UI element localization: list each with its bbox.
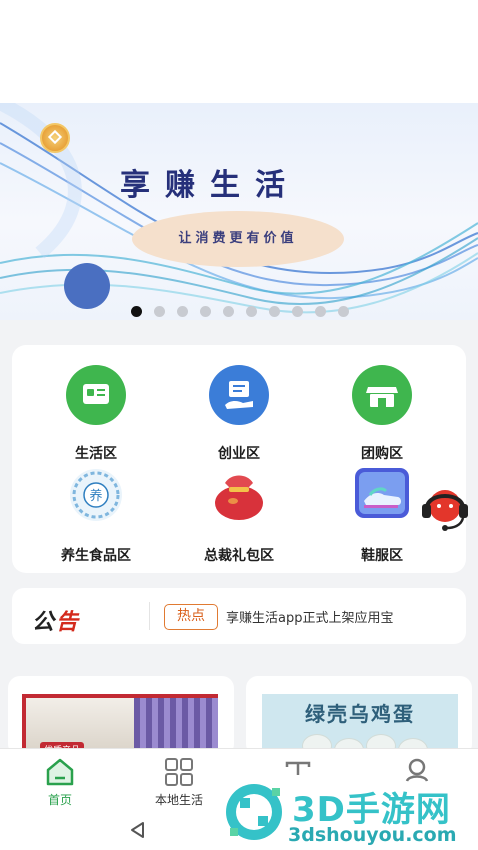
pager-dot[interactable] <box>131 306 142 317</box>
category-health-food[interactable]: 养 养生食品区 <box>26 465 166 565</box>
category-grid: 生活区 创业区 团购区 养 养生食品区 总裁礼包区 鞋服区 <box>12 345 466 573</box>
pager-dot[interactable] <box>315 306 326 317</box>
home-icon <box>46 758 74 786</box>
shoes-icon <box>352 465 412 525</box>
category-startup[interactable]: 创业区 <box>169 365 309 465</box>
category-label: 总裁礼包区 <box>204 548 274 564</box>
grid-icon <box>165 758 193 786</box>
pager-dot[interactable] <box>246 306 257 317</box>
headset-support-icon <box>422 490 468 531</box>
announcement-bar[interactable]: 公告 热点 享赚生活app正式上架应用宝 <box>12 588 466 644</box>
banner-title: 享赚生活 <box>120 168 300 203</box>
status-bar-area <box>0 0 478 103</box>
banner-decor-circle <box>64 263 110 309</box>
pager-dot[interactable] <box>292 306 303 317</box>
category-label: 创业区 <box>218 446 260 462</box>
svg-text:养: 养 <box>89 488 102 504</box>
life-icon <box>66 365 126 425</box>
category-label: 生活区 <box>75 446 117 462</box>
tab-label: 本地生活 <box>154 793 203 807</box>
tab-local-life[interactable]: 本地生活 <box>139 755 219 807</box>
pager-dot[interactable] <box>177 306 188 317</box>
pager-dot[interactable] <box>223 306 234 317</box>
category-gift-pack[interactable]: 总裁礼包区 <box>169 465 309 565</box>
app-page: 享赚生活 让消费更有价值 生活区 创业区 团购区 养 养生食品区 总裁礼包区 鞋… <box>0 0 478 850</box>
announcement-text[interactable]: 享赚生活app正式上架应用宝 <box>226 607 393 626</box>
pager-dot[interactable] <box>200 306 211 317</box>
announcement-logo-char-a: 公 <box>32 610 57 635</box>
product-card[interactable]: 绿壳乌鸡蛋 <box>246 676 472 756</box>
tab-home[interactable]: 首页 <box>20 755 100 807</box>
banner-pager[interactable] <box>0 306 478 320</box>
gift-bag-icon <box>209 465 269 525</box>
product-image: 优质产品 <box>22 694 218 756</box>
back-icon[interactable] <box>128 820 148 840</box>
watermark: 3D手游网 3dshouyou.com <box>222 776 478 850</box>
brand-logo-icon <box>40 123 70 153</box>
watermark-logo-icon <box>226 784 282 840</box>
divider <box>149 602 150 630</box>
pager-dot[interactable] <box>154 306 165 317</box>
hot-tag-badge: 热点 <box>164 604 218 630</box>
product-card[interactable]: 优质产品 <box>8 676 234 756</box>
groupbuy-store-icon <box>352 365 412 425</box>
announcement-logo: 公告 <box>32 604 80 636</box>
customer-service-button[interactable] <box>417 484 475 534</box>
product-image-title: 绿壳乌鸡蛋 <box>305 702 415 726</box>
banner-subtitle: 让消费更有价值 <box>178 231 298 246</box>
category-life[interactable]: 生活区 <box>26 365 166 465</box>
category-label: 鞋服区 <box>361 548 403 564</box>
category-groupbuy[interactable]: 团购区 <box>312 365 452 465</box>
watermark-url: 3dshouyou.com <box>288 824 457 846</box>
pager-dot[interactable] <box>338 306 349 317</box>
tab-label: 首页 <box>47 793 72 807</box>
announcement-logo-char-b: 告 <box>56 610 81 635</box>
product-image: 绿壳乌鸡蛋 <box>262 694 458 756</box>
home-banner[interactable]: 享赚生活 让消费更有价值 <box>0 103 478 320</box>
health-food-icon: 养 <box>66 465 126 525</box>
category-label: 养生食品区 <box>61 548 131 564</box>
pager-dot[interactable] <box>269 306 280 317</box>
category-label: 团购区 <box>361 446 403 462</box>
startup-icon <box>209 365 269 425</box>
